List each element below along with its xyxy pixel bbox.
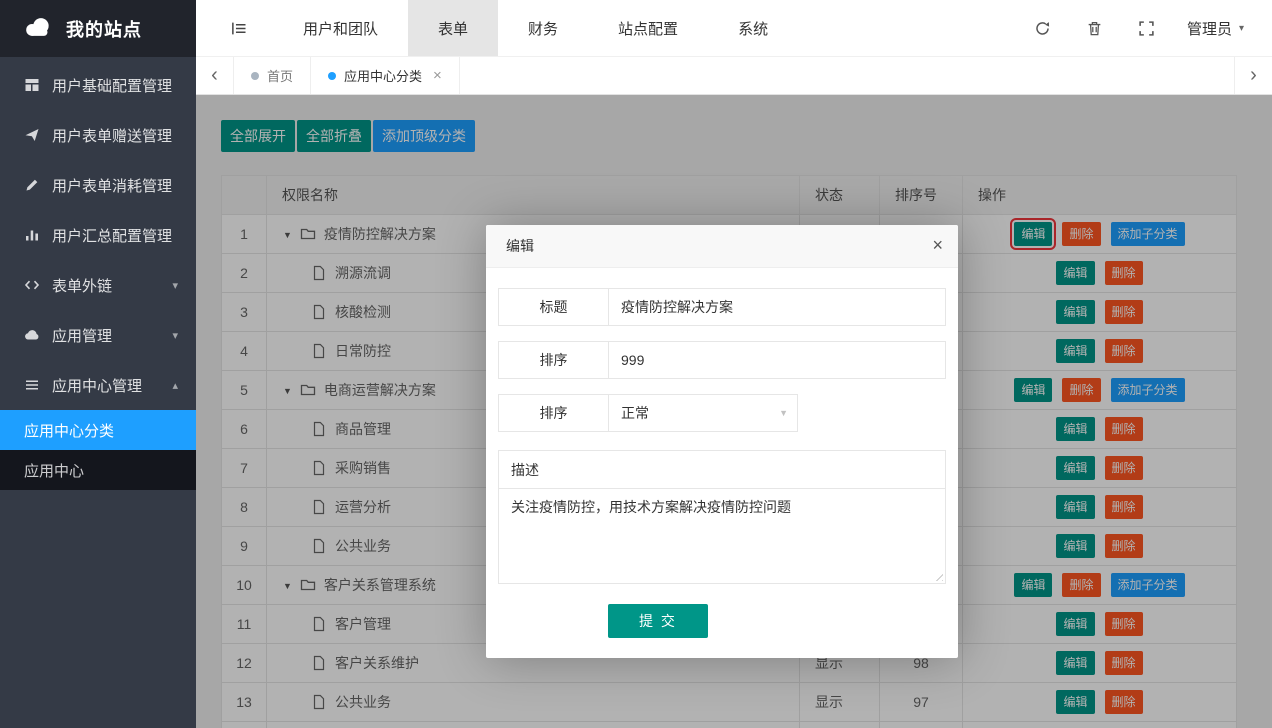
nav-item[interactable]: 站点配置: [588, 0, 708, 56]
description-label: 描述: [499, 451, 945, 489]
description-textarea[interactable]: [499, 489, 945, 583]
shrink-icon: [230, 20, 247, 37]
sidebar-item[interactable]: 用户汇总配置管理: [0, 210, 196, 260]
chevron-down-icon: ▼: [779, 408, 788, 418]
menu-list-icon: [24, 377, 40, 393]
close-icon[interactable]: ×: [932, 225, 943, 266]
fullscreen-icon: [1138, 20, 1155, 37]
sidebar-item[interactable]: 应用中心管理▴: [0, 360, 196, 410]
sidebar-subitem[interactable]: 应用中心分类: [0, 410, 196, 450]
top-nav-bar: 用户和团队表单财务站点配置系统 管理员 ▾: [196, 0, 1272, 57]
sidebar: 用户基础配置管理用户表单赠送管理用户表单消耗管理用户汇总配置管理表单外链▾应用管…: [0, 57, 196, 728]
delete-button[interactable]: [1086, 20, 1103, 37]
template-icon: [24, 77, 40, 93]
main-area: ‹ 首页应用中心分类× › 全部展开全部折叠添加顶级分类 权限名称 状态 排序号…: [196, 57, 1272, 728]
brand-cloud-icon: [20, 14, 56, 40]
edit-dialog: 编辑 × 标题排序排序正常▼ 描述 提 交: [486, 225, 958, 658]
send-icon: [24, 127, 40, 143]
nav-item[interactable]: 财务: [498, 0, 588, 56]
pen-icon: [24, 177, 40, 193]
dialog-body: 标题排序排序正常▼ 描述 提 交: [486, 268, 958, 658]
chevron-down-icon: ▾: [172, 329, 178, 342]
dialog-header: 编辑 ×: [486, 225, 958, 268]
tab-bar: ‹ 首页应用中心分类× ›: [196, 57, 1272, 95]
admin-menu[interactable]: 管理员 ▾: [1187, 18, 1244, 39]
sidebar-item[interactable]: 用户表单消耗管理: [0, 160, 196, 210]
content-area: 全部展开全部折叠添加顶级分类 权限名称 状态 排序号 操作 1▼疫情防控解决方案…: [196, 95, 1272, 728]
chevron-down-icon: ▾: [172, 279, 178, 292]
nav-item[interactable]: 系统: [708, 0, 798, 56]
top-bar: 我的站点 用户和团队表单财务站点配置系统 管理员 ▾: [0, 0, 1272, 57]
menu-toggle-button[interactable]: [230, 20, 247, 37]
refresh-button[interactable]: [1034, 20, 1051, 37]
layout: 用户基础配置管理用户表单赠送管理用户表单消耗管理用户汇总配置管理表单外链▾应用管…: [0, 57, 1272, 728]
code-icon: [24, 277, 40, 293]
nav-item[interactable]: 表单: [408, 0, 498, 56]
brand-logo: [20, 14, 56, 43]
chart-icon: [24, 227, 40, 243]
cloud-icon: [24, 327, 40, 343]
form-field: 排序: [498, 341, 946, 379]
tab-close-icon[interactable]: ×: [433, 67, 442, 84]
tabs: 首页应用中心分类×: [234, 57, 460, 94]
field-label: 标题: [499, 289, 609, 325]
sidebar-subitem[interactable]: 应用中心: [0, 450, 196, 490]
form-field: 排序正常▼: [498, 394, 798, 432]
tab[interactable]: 应用中心分类×: [311, 57, 460, 94]
sidebar-item[interactable]: 应用管理▾: [0, 310, 196, 360]
nav-item[interactable]: 用户和团队: [273, 0, 408, 56]
submit-button[interactable]: 提 交: [608, 604, 708, 638]
description-field: 描述: [498, 450, 946, 584]
field-label: 排序: [499, 395, 609, 431]
trash-icon: [1086, 20, 1103, 37]
top-nav: 用户和团队表单财务站点配置系统: [273, 0, 798, 56]
fullscreen-button[interactable]: [1138, 20, 1155, 37]
app-window: 我的站点 用户和团队表单财务站点配置系统 管理员 ▾ 用户基础配置管理用户表单赠…: [0, 0, 1272, 728]
dialog-title: 编辑: [506, 238, 534, 254]
brand[interactable]: 我的站点: [0, 0, 196, 57]
sidebar-item[interactable]: 表单外链▾: [0, 260, 196, 310]
sidebar-submenu: 应用中心分类应用中心: [0, 410, 196, 490]
tab-scroll-right-button[interactable]: ›: [1234, 57, 1272, 94]
field-label: 排序: [499, 342, 609, 378]
status-select[interactable]: 正常▼: [609, 395, 797, 431]
sidebar-item[interactable]: 用户表单赠送管理: [0, 110, 196, 160]
brand-title: 我的站点: [66, 16, 142, 42]
sidebar-item[interactable]: 用户基础配置管理: [0, 60, 196, 110]
tab-scroll-left-button[interactable]: ‹: [196, 57, 234, 94]
top-actions: [1034, 20, 1155, 37]
tab-dot-icon: [328, 72, 336, 80]
refresh-icon: [1034, 20, 1051, 37]
tab[interactable]: 首页: [234, 57, 311, 94]
chevron-down-icon: ▾: [1239, 23, 1244, 34]
title-input[interactable]: [609, 289, 945, 325]
sort-input[interactable]: [609, 342, 945, 378]
tab-dot-icon: [251, 72, 259, 80]
form-field: 标题: [498, 288, 946, 326]
admin-label: 管理员: [1187, 18, 1232, 39]
chevron-up-icon: ▴: [172, 379, 178, 392]
